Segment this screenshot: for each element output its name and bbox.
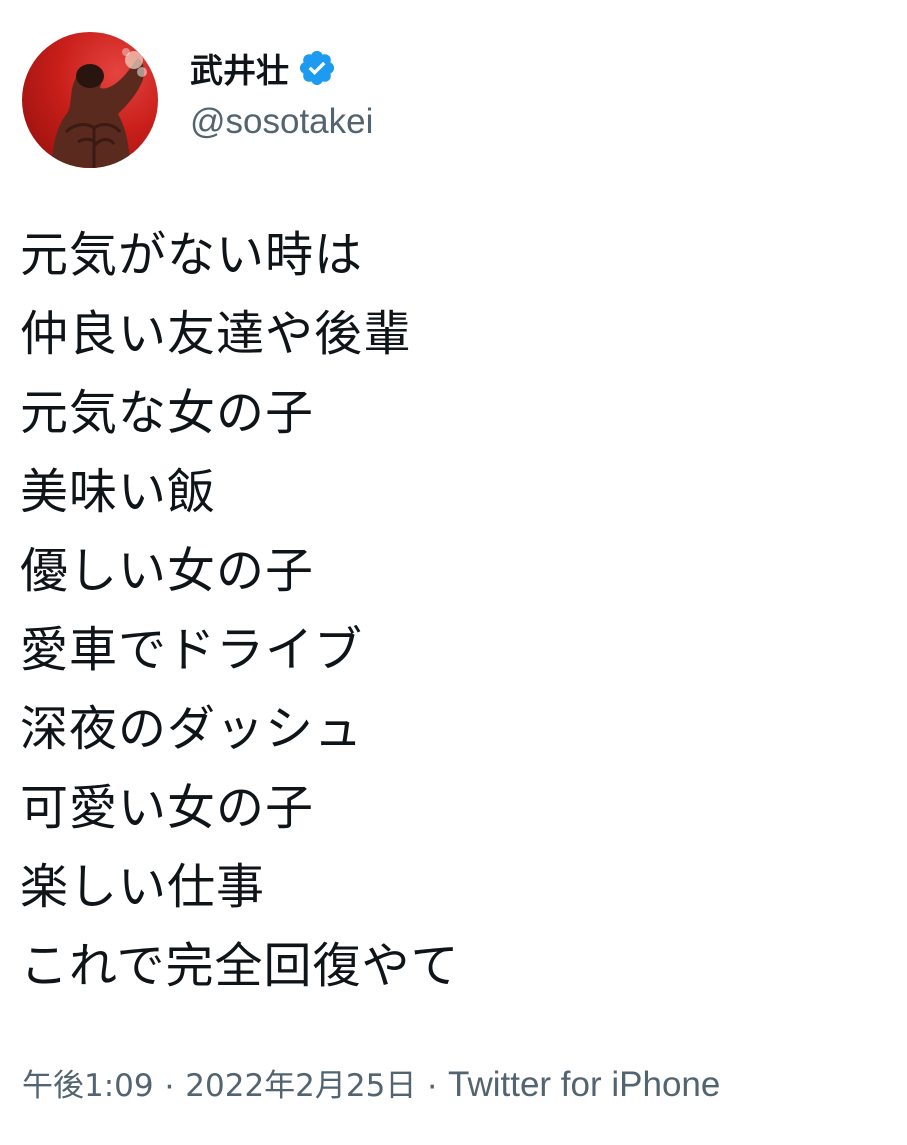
author-identity: 武井壮 @sosotakei <box>190 44 373 142</box>
tweet-line: 仲良い友達や後輩 <box>20 306 413 362</box>
name-row: 武井壮 <box>190 44 373 92</box>
tweet-header: 武井壮 @sosotakei <box>22 32 882 172</box>
avatar-image <box>52 48 147 168</box>
tweet-text: 元気がない時は 仲良い友達や後輩 元気な女の子 美味い飯 優しい女の子 愛車でド… <box>20 216 880 1006</box>
display-name[interactable]: 武井壮 <box>190 44 289 92</box>
tweet-line: 元気がない時は <box>20 227 364 283</box>
verified-badge-icon <box>297 48 337 88</box>
avatar[interactable] <box>22 32 158 168</box>
tweet-meta: 午後1:09 · 2022年2月25日 · Twitter for iPhone <box>22 1060 720 1105</box>
tweet-line: 優しい女の子 <box>20 543 315 599</box>
meta-separator: · <box>426 1065 438 1104</box>
tweet-line: これで完全回復やて <box>20 938 460 994</box>
tweet-time[interactable]: 午後1:09 <box>22 1068 154 1104</box>
tweet-line: 美味い飯 <box>20 464 217 520</box>
tweet-line: 可愛い女の子 <box>20 780 315 836</box>
tweet-line: 愛車でドライブ <box>20 622 364 678</box>
meta-separator: · <box>163 1065 176 1104</box>
tweet: 武井壮 @sosotakei 元気がない時は 仲良い友達や後輩 元気な女の子 美… <box>0 0 907 1145</box>
user-handle[interactable]: @sosotakei <box>190 102 373 142</box>
tweet-source[interactable]: Twitter for iPhone <box>448 1065 720 1104</box>
tweet-date[interactable]: 2022年2月25日 <box>185 1068 416 1104</box>
tweet-line: 楽しい仕事 <box>20 859 266 915</box>
tweet-line: 深夜のダッシュ <box>20 701 364 757</box>
tweet-line: 元気な女の子 <box>20 385 315 441</box>
